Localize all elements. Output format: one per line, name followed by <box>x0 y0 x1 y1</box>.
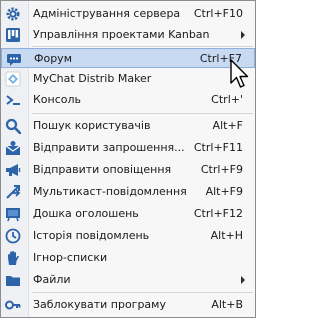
menu-item-label: Пошук користувачів <box>33 119 151 132</box>
distrib-maker-icon <box>5 71 21 87</box>
menu-item-distrib-maker[interactable]: MyChat Distrib Maker <box>1 69 255 89</box>
menu-item-send-invitation[interactable]: Відправити запрошення... Ctrl+F11 <box>1 138 255 158</box>
menu-item-label: Відправити запрошення... <box>33 141 185 154</box>
menu-item-server-admin[interactable]: Адміністрування сервера Ctrl+F10 <box>1 4 255 24</box>
menu-item-forum[interactable]: Форум Ctrl+F7 <box>1 48 255 68</box>
menu-separator <box>32 113 253 114</box>
menu-item-multicast[interactable]: Мультикаст-повідомлення Alt+F9 <box>1 182 255 202</box>
menu-item-label: Заблокувати програму <box>33 298 166 311</box>
menu-item-shortcut: Alt+B <box>211 298 243 311</box>
menu-item-shortcut: Ctrl+F11 <box>193 141 243 154</box>
menu-item-label: Адміністрування сервера <box>33 7 181 20</box>
menu-item-shortcut: Alt+H <box>210 229 243 242</box>
forum-icon <box>6 51 22 67</box>
menu-item-send-notification[interactable]: Відправити оповіщення Ctrl+F9 <box>1 160 255 180</box>
menu-item-label: Дошка оголошень <box>33 207 139 220</box>
menu-item-label: Ігнор-списки <box>33 251 108 264</box>
invite-icon <box>5 140 21 156</box>
menu-item-kanban[interactable]: Управління проектами Kanban <box>1 25 255 45</box>
menu-item-label: Історія повідомлень <box>33 229 150 242</box>
menu-item-shortcut: Alt+F9 <box>205 185 243 198</box>
menu-item-label: Консоль <box>33 93 82 106</box>
multicast-icon <box>5 184 21 200</box>
menu-item-lock-program[interactable]: Заблокувати програму Alt+B <box>1 295 255 315</box>
menu-item-bulletin-board[interactable]: Дошка оголошень Ctrl+F12 <box>1 204 255 224</box>
menu-item-shortcut: Ctrl+F12 <box>193 207 243 220</box>
files-icon <box>5 272 21 288</box>
menu-item-files[interactable]: Файли <box>1 270 255 290</box>
menu-item-label: Управління проектами Kanban <box>33 28 210 41</box>
context-menu: Адміністрування сервера Ctrl+F10 Управлі… <box>0 0 256 318</box>
menu-separator <box>32 46 253 47</box>
search-icon <box>5 118 21 134</box>
gear-icon <box>5 6 21 22</box>
menu-item-label: Мультикаст-повідомлення <box>33 185 187 198</box>
submenu-arrow-icon <box>241 276 245 284</box>
megaphone-icon <box>5 162 21 178</box>
menu-item-shortcut: Ctrl+' <box>211 93 243 106</box>
menu-item-shortcut: Ctrl+F9 <box>200 163 243 176</box>
menu-item-label: Відправити оповіщення <box>33 163 172 176</box>
menu-item-message-history[interactable]: Історія повідомлень Alt+H <box>1 226 255 246</box>
mouse-cursor-icon <box>230 59 249 88</box>
menu-item-label: Файли <box>33 273 71 286</box>
bulletin-board-icon <box>5 206 21 222</box>
menu-item-label: MyChat Distrib Maker <box>33 72 152 85</box>
ignore-hand-icon <box>5 250 21 266</box>
menu-separator <box>32 292 253 293</box>
menu-item-shortcut: Ctrl+F10 <box>193 7 243 20</box>
lock-key-icon <box>5 297 21 313</box>
history-icon <box>5 228 21 244</box>
menu-item-shortcut: Alt+F <box>212 119 243 132</box>
menu-item-label: Форум <box>34 52 72 65</box>
kanban-icon <box>5 27 21 43</box>
console-icon <box>5 92 21 108</box>
menu-item-search-users[interactable]: Пошук користувачів Alt+F <box>1 116 255 136</box>
menu-item-console[interactable]: Консоль Ctrl+' <box>1 90 255 110</box>
menu-item-ignore-lists[interactable]: Ігнор-списки <box>1 248 255 268</box>
submenu-arrow-icon <box>241 31 245 39</box>
